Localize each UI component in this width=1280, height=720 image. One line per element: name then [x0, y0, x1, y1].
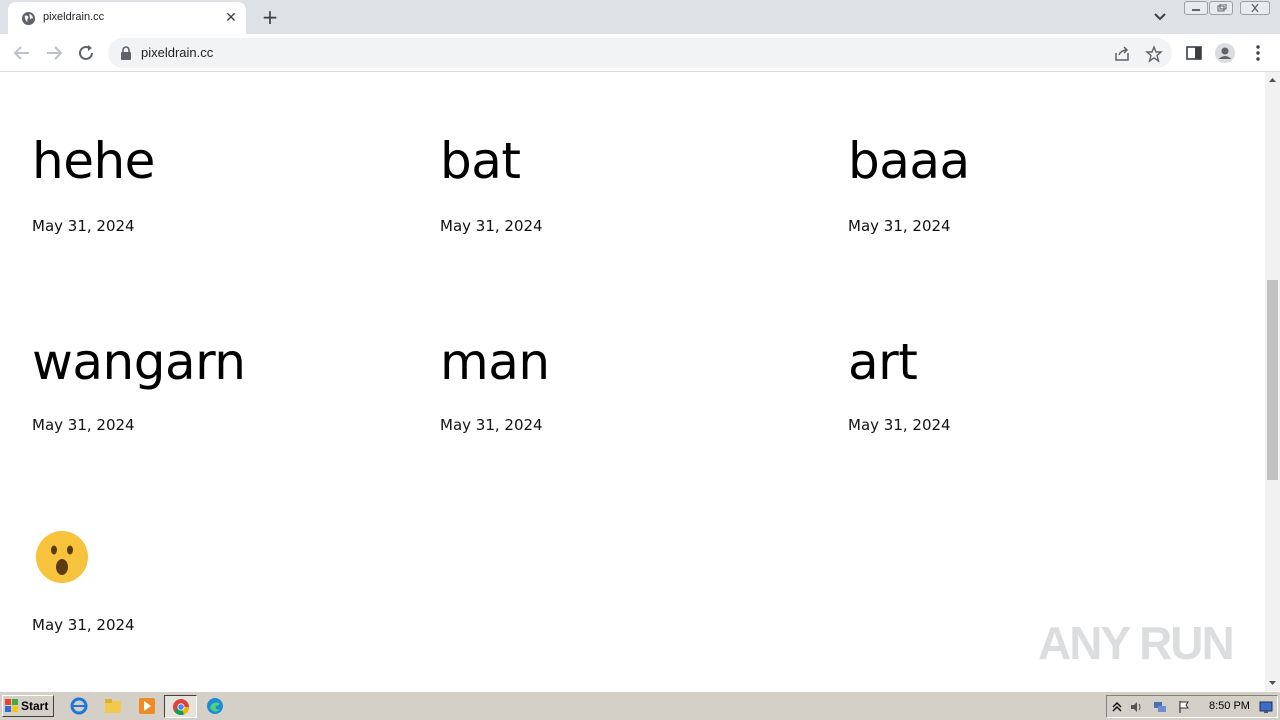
astonished-face-emoji-icon[interactable]	[35, 530, 89, 584]
action-center-flag-icon[interactable]	[1177, 700, 1191, 714]
windows-taskbar: Start 8:50 PM	[0, 691, 1280, 720]
volume-icon[interactable]	[1129, 700, 1143, 714]
watermark-text: ANY RUN	[1038, 617, 1235, 669]
share-icon[interactable]	[1113, 45, 1131, 63]
internet-explorer-icon[interactable]	[70, 697, 88, 715]
file-card[interactable]: May 31, 2024	[0, 72, 200, 652]
file-date: May 31, 2024	[440, 416, 543, 434]
browser-toolbar: pixeldrain.cc	[0, 34, 1280, 72]
restore-button[interactable]	[1209, 1, 1233, 15]
tab-close-icon[interactable]: ✕	[222, 9, 240, 27]
address-bar[interactable]: pixeldrain.cc	[108, 38, 1172, 68]
scroll-up-arrow-icon[interactable]	[1268, 76, 1277, 85]
show-hidden-icons-icon[interactable]	[1110, 700, 1124, 714]
browser-tab[interactable]: pixeldrain.cc ✕	[8, 2, 246, 34]
edge-browser-icon[interactable]	[206, 697, 224, 715]
file-date: May 31, 2024	[848, 416, 951, 434]
file-name[interactable]: bat	[440, 136, 521, 186]
file-name[interactable]: art	[848, 337, 918, 387]
network-icon[interactable]	[1153, 700, 1167, 714]
forward-arrow-icon[interactable]	[43, 42, 65, 64]
kebab-menu-icon[interactable]	[1248, 43, 1268, 63]
page-viewport: hehe May 31, 2024 bat May 31, 2024 baaa …	[0, 72, 1265, 691]
close-window-button[interactable]	[1240, 1, 1270, 15]
start-label: Start	[21, 699, 49, 713]
file-name[interactable]: baaa	[848, 136, 970, 186]
tab-strip: pixeldrain.cc ✕ +	[0, 0, 1280, 34]
scroll-down-arrow-icon[interactable]	[1268, 678, 1277, 687]
tab-search-chevron-icon[interactable]	[1150, 8, 1170, 26]
side-panel-icon[interactable]	[1184, 43, 1204, 63]
watermark-logo: ANY RUN	[1038, 608, 1238, 670]
tab-title: pixeldrain.cc	[43, 11, 105, 23]
start-button[interactable]: Start	[2, 695, 54, 717]
taskbar-clock[interactable]: 8:50 PM	[1209, 700, 1250, 712]
reload-icon[interactable]	[75, 42, 97, 64]
media-player-icon[interactable]	[138, 697, 156, 715]
back-arrow-icon[interactable]	[11, 42, 33, 64]
lock-icon[interactable]	[120, 46, 132, 60]
globe-icon	[21, 11, 36, 26]
bookmark-star-icon[interactable]	[1145, 45, 1163, 63]
file-date: May 31, 2024	[32, 616, 135, 634]
file-date: May 31, 2024	[440, 217, 543, 235]
profile-avatar-icon[interactable]	[1215, 43, 1235, 63]
file-explorer-icon[interactable]	[104, 697, 122, 715]
new-tab-button[interactable]: +	[258, 6, 282, 30]
chrome-taskbar-button[interactable]	[164, 695, 197, 718]
minimize-button[interactable]	[1184, 1, 1208, 15]
url-text[interactable]: pixeldrain.cc	[141, 45, 213, 60]
vertical-scrollbar[interactable]	[1265, 72, 1280, 691]
system-tray: 8:50 PM	[1106, 695, 1278, 718]
file-name[interactable]: man	[440, 337, 550, 387]
show-desktop-icon[interactable]	[1259, 700, 1273, 714]
scrollbar-thumb[interactable]	[1267, 280, 1278, 480]
windows-logo-icon	[5, 699, 18, 712]
chrome-icon	[173, 699, 189, 715]
file-date: May 31, 2024	[848, 217, 951, 235]
